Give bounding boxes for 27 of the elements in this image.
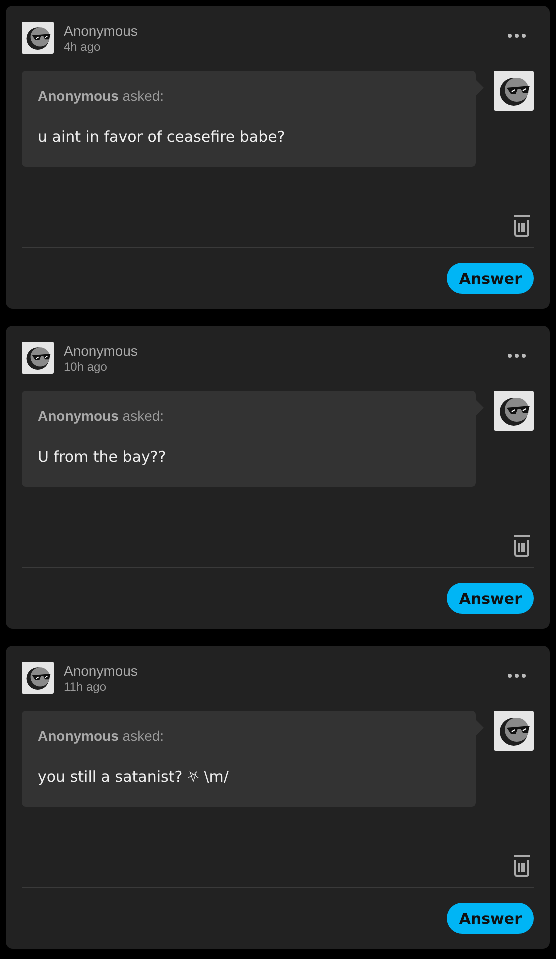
avatar-icon [22, 22, 54, 54]
avatar-icon [494, 391, 534, 431]
asker-line: Anonymous asked: [38, 88, 166, 104]
author-name[interactable]: Anonymous [64, 662, 498, 680]
question-text: u aint in favor of ceasefire babe? [38, 128, 286, 146]
answer-button[interactable]: Answer [447, 263, 534, 294]
trash-icon[interactable] [513, 535, 531, 557]
more-icon[interactable] [508, 674, 526, 678]
avatar-icon [22, 342, 54, 374]
question-text: you still a satanist? ⛧ \m/ [38, 768, 230, 786]
post-time: 4h ago [64, 40, 102, 55]
author-name[interactable]: Anonymous [64, 342, 498, 360]
post-time: 11h ago [64, 680, 108, 695]
post-time: 10h ago [64, 360, 108, 375]
author-name[interactable]: Anonymous [64, 22, 498, 40]
trash-icon[interactable] [513, 215, 531, 237]
asker-line: Anonymous asked: [38, 408, 166, 424]
more-icon[interactable] [508, 354, 526, 358]
answer-button[interactable]: Answer [447, 903, 534, 934]
more-icon[interactable] [508, 34, 526, 38]
avatar-icon [22, 662, 54, 694]
asker-line: Anonymous asked: [38, 728, 166, 744]
avatar-icon [494, 711, 534, 751]
question-text: U from the bay?? [38, 448, 168, 466]
answer-button[interactable]: Answer [447, 583, 534, 614]
avatar-icon [494, 71, 534, 111]
trash-icon[interactable] [513, 855, 531, 877]
